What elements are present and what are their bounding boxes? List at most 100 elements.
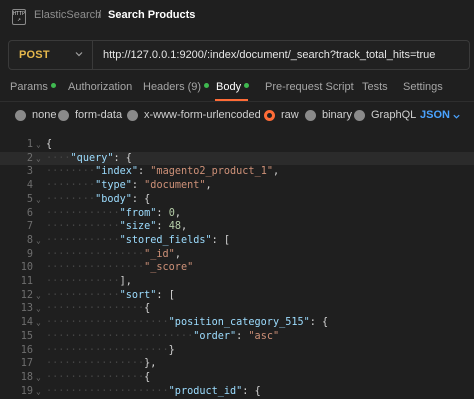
- editor-line[interactable]: 11 ············],: [0, 275, 474, 289]
- code-text: ············],: [46, 276, 132, 287]
- tab-body-indicator: [244, 83, 250, 88]
- line-number: 9: [26, 248, 33, 260]
- editor-line[interactable]: 19 ⌄ ····················"product_id": {: [0, 385, 474, 399]
- chevron-down-icon[interactable]: [452, 112, 461, 121]
- code-text: ········"index": "magento2_product_1",: [46, 166, 280, 178]
- tab-tests[interactable]: Tests: [362, 81, 388, 93]
- code-text: ················{: [46, 303, 151, 315]
- fold-chevron-icon[interactable]: ⌄: [36, 152, 44, 166]
- request-title[interactable]: Search Products: [108, 9, 195, 21]
- code-text: ················{: [46, 371, 151, 383]
- radio-icon[interactable]: [354, 109, 365, 121]
- fold-chevron-icon[interactable]: ⌄: [36, 316, 44, 330]
- http-request-icon: HTTP ↗: [12, 9, 26, 25]
- line-number: 7: [26, 221, 33, 233]
- code-text: ············"size": 48,: [46, 221, 188, 233]
- format-select[interactable]: JSON: [420, 109, 450, 121]
- code-text: ····················}: [46, 344, 175, 356]
- editor-line[interactable]: 16 ····················}: [0, 344, 474, 358]
- body-option-raw[interactable]: raw: [264, 109, 299, 121]
- editor-line[interactable]: 7 ············"size": 48,: [0, 220, 474, 234]
- fold-chevron-icon[interactable]: ⌄: [36, 385, 44, 399]
- body-option-graphql[interactable]: GraphQL: [354, 109, 416, 121]
- editor-line[interactable]: 1 ⌄{: [0, 138, 474, 152]
- radio-icon[interactable]: [305, 109, 316, 121]
- code-text: ····"query": {: [46, 152, 132, 164]
- tab-pre-request-script[interactable]: Pre-request Script: [265, 81, 354, 93]
- line-number: 5: [26, 193, 33, 205]
- line-number: 11: [20, 276, 33, 287]
- line-number: 4: [26, 180, 33, 192]
- fold-chevron-icon[interactable]: ⌄: [36, 289, 44, 303]
- code-text: ····················"product_id": {: [46, 385, 261, 397]
- fold-chevron-icon[interactable]: ⌄: [36, 371, 44, 385]
- line-number: 8: [26, 234, 33, 246]
- line-number: 6: [26, 207, 33, 219]
- editor-line[interactable]: 4 ········"type": "document",: [0, 179, 474, 193]
- radio-icon[interactable]: [58, 109, 69, 121]
- code-text: ············"sort": [: [46, 289, 175, 301]
- request-header: HTTP ↗ ElasticSearch / Search Products: [0, 0, 474, 34]
- line-number: 10: [20, 262, 33, 274]
- url-input[interactable]: http://127.0.0.1:9200/:index/document/_s…: [103, 49, 435, 61]
- method-label: POST: [19, 49, 50, 61]
- code-text: {: [46, 139, 53, 150]
- body-option-none[interactable]: none: [15, 109, 56, 121]
- editor-line[interactable]: 10 ················"_score": [0, 261, 474, 275]
- tab-headers-indicator: [204, 83, 210, 88]
- body-option-form-data[interactable]: form-data: [58, 109, 122, 121]
- tab-settings[interactable]: Settings: [403, 81, 443, 93]
- editor-line[interactable]: 18 ⌄ ················{: [0, 371, 474, 385]
- body-option-binary[interactable]: binary: [305, 109, 352, 121]
- body-editor[interactable]: 1 ⌄{2 ⌄ ····"query": {3 ········"index": "ma…: [0, 138, 474, 399]
- tab-headers[interactable]: Headers (9): [143, 81, 210, 93]
- editor-line[interactable]: 3 ········"index": "magento2_product_1",: [0, 165, 474, 179]
- editor-line[interactable]: 17 ················},: [0, 357, 474, 371]
- line-number: 18: [20, 371, 33, 383]
- line-number: 12: [20, 289, 33, 301]
- editor-line[interactable]: 13 ⌄ ················{: [0, 302, 474, 316]
- url-bar: POST http://127.0.0.1:9200/:index/docume…: [8, 40, 470, 70]
- line-number: 3: [26, 166, 33, 178]
- tab-body[interactable]: Body: [216, 81, 250, 93]
- editor-line[interactable]: 12 ⌄ ············"sort": [: [0, 289, 474, 303]
- fold-chevron-icon[interactable]: ⌄: [36, 234, 44, 248]
- line-number: 15: [20, 330, 33, 342]
- fold-chevron-icon[interactable]: ⌄: [36, 138, 44, 152]
- line-number: 1: [26, 139, 33, 150]
- radio-selected-icon[interactable]: [264, 109, 275, 121]
- tab-params-indicator: [50, 83, 56, 88]
- code-text: ············"stored_fields": [: [46, 234, 231, 246]
- code-text: ················},: [46, 358, 157, 370]
- tab-params[interactable]: Params: [10, 81, 56, 93]
- method-select[interactable]: POST: [9, 41, 93, 69]
- breadcrumb-collection[interactable]: ElasticSearch: [34, 9, 101, 21]
- breadcrumb-separator: /: [98, 9, 102, 21]
- fold-chevron-icon[interactable]: ⌄: [36, 302, 44, 316]
- line-number: 19: [20, 385, 33, 397]
- line-number: 14: [20, 317, 33, 329]
- radio-icon[interactable]: [127, 109, 138, 121]
- fold-chevron-icon[interactable]: ⌄: [36, 193, 44, 207]
- line-number: 17: [20, 358, 33, 370]
- code-text: ················"_score": [46, 262, 194, 274]
- request-tabs: Params Authorization Headers (9) Body Pr…: [0, 76, 474, 101]
- radio-icon[interactable]: [15, 109, 26, 121]
- line-number: 2: [26, 152, 33, 164]
- code-text: ········"body": {: [46, 193, 151, 205]
- editor-line[interactable]: 6 ············"from": 0,: [0, 207, 474, 221]
- editor-line[interactable]: 9 ················"_id",: [0, 248, 474, 262]
- editor-line[interactable]: 15 ························"order": "asc": [0, 330, 474, 344]
- tabs-divider: [0, 101, 474, 102]
- body-option-urlencoded[interactable]: x-www-form-urlencoded: [127, 109, 261, 121]
- editor-line[interactable]: 14 ⌄ ····················"position_categor…: [0, 316, 474, 330]
- chevron-down-icon: [75, 52, 83, 57]
- editor-line[interactable]: 5 ⌄ ········"body": {: [0, 193, 474, 207]
- editor-line[interactable]: 2 ⌄ ····"query": {: [0, 151, 474, 166]
- code-text: ········"type": "document",: [46, 180, 212, 192]
- editor-line[interactable]: 8 ⌄ ············"stored_fields": [: [0, 234, 474, 248]
- code-text: ················"_id",: [46, 248, 181, 260]
- code-text: ············"from": 0,: [46, 207, 181, 219]
- tab-authorization[interactable]: Authorization: [68, 81, 132, 93]
- code-text: ····················"position_category_5…: [46, 317, 329, 329]
